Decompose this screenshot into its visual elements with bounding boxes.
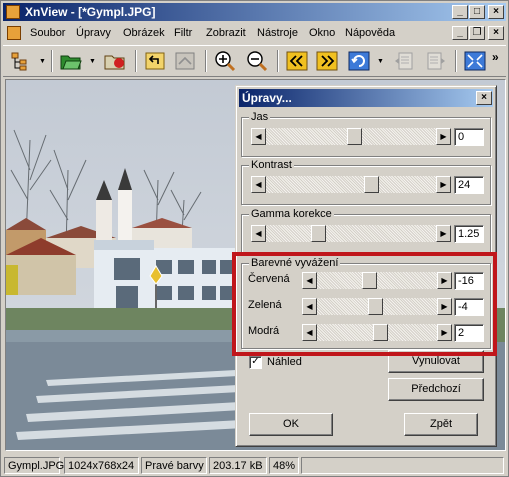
- menu-bar: Soubor Úpravy Obrázek Filtr Zobrazit Nás…: [3, 23, 506, 43]
- title-bar[interactable]: XnView - [*Gympl.JPG] _ □ ×: [3, 3, 506, 21]
- brightness-value[interactable]: 0: [454, 128, 484, 146]
- contrast-slider-thumb[interactable]: [364, 176, 379, 193]
- browser-icon[interactable]: [9, 50, 33, 72]
- menu-nastroje[interactable]: Nástroje: [257, 27, 298, 39]
- preview-checkbox[interactable]: ✓: [249, 356, 262, 369]
- status-filename: Gympl.JPG: [4, 457, 64, 474]
- page-prev-icon[interactable]: [393, 50, 417, 72]
- toolbar-separator: [455, 50, 457, 72]
- back-button[interactable]: Zpět: [404, 413, 478, 436]
- mdi-restore-button[interactable]: ❐: [469, 26, 485, 40]
- previous-icon[interactable]: [285, 50, 309, 72]
- next-icon[interactable]: [315, 50, 339, 72]
- toolbar: ▼ ▼ ▼ »: [3, 45, 506, 77]
- contrast-right-arrow-icon[interactable]: ▶: [436, 176, 451, 193]
- refresh-icon[interactable]: [347, 50, 371, 72]
- contrast-slider[interactable]: ◀ ▶: [251, 176, 451, 193]
- menu-upravy[interactable]: Úpravy: [76, 27, 111, 39]
- close-button[interactable]: ×: [488, 5, 504, 19]
- save-icon[interactable]: [103, 50, 127, 72]
- menu-okno[interactable]: Okno: [309, 27, 335, 39]
- dialog-title: Úpravy...: [242, 91, 292, 105]
- document-menu-icon[interactable]: [7, 26, 21, 40]
- gamma-slider-thumb[interactable]: [311, 225, 326, 242]
- page-next-icon[interactable]: [423, 50, 447, 72]
- status-dimensions: 1024x768x24: [64, 457, 139, 474]
- open-dropdown-icon[interactable]: ▼: [89, 58, 96, 65]
- refresh-dropdown-icon[interactable]: ▼: [377, 58, 384, 65]
- dialog-close-button[interactable]: ×: [476, 91, 492, 105]
- gamma-slider[interactable]: ◀ ▶: [251, 225, 451, 242]
- minimize-button[interactable]: _: [452, 5, 468, 19]
- status-zoom: 48%: [269, 457, 299, 474]
- menu-zobrazit[interactable]: Zobrazit: [206, 27, 246, 39]
- gamma-right-arrow-icon[interactable]: ▶: [436, 225, 451, 242]
- gamma-label: Gamma korekce: [249, 208, 334, 220]
- gamma-left-arrow-icon[interactable]: ◀: [251, 225, 266, 242]
- open-icon[interactable]: [59, 50, 83, 72]
- menu-filtr[interactable]: Filtr: [174, 27, 192, 39]
- menu-napoveda[interactable]: Nápověda: [345, 27, 395, 39]
- toolbar-separator: [277, 50, 279, 72]
- browser-dropdown-icon[interactable]: ▼: [39, 58, 46, 65]
- brightness-left-arrow-icon[interactable]: ◀: [251, 128, 266, 145]
- toolbar-separator: [51, 50, 53, 72]
- menu-obrazek[interactable]: Obrázek: [123, 27, 165, 39]
- xnview-app-icon: [6, 5, 20, 19]
- window-title: XnView - [*Gympl.JPG]: [25, 5, 156, 19]
- preview-label[interactable]: Náhled: [267, 356, 302, 368]
- mdi-close-button[interactable]: ×: [488, 26, 504, 40]
- brightness-slider[interactable]: ◀ ▶: [251, 128, 451, 145]
- mdi-minimize-button[interactable]: _: [452, 26, 468, 40]
- contrast-left-arrow-icon[interactable]: ◀: [251, 176, 266, 193]
- contrast-label: Kontrast: [249, 159, 294, 171]
- brightness-group: Jas ◀ ▶ 0: [241, 111, 491, 157]
- annotation-highlight-frame: [232, 252, 497, 356]
- status-empty: [301, 457, 504, 474]
- ok-button[interactable]: OK: [249, 413, 333, 436]
- app-window: XnView - [*Gympl.JPG] _ □ × Soubor Úprav…: [0, 0, 509, 477]
- toolbar-separator: [205, 50, 207, 72]
- status-color-mode: Pravé barvy: [141, 457, 207, 474]
- gamma-group: Gamma korekce ◀ ▶ 1.25: [241, 208, 491, 254]
- status-filesize: 203.17 kB: [209, 457, 267, 474]
- status-bar: Gympl.JPG 1024x768x24 Pravé barvy 203.17…: [3, 455, 506, 475]
- toolbar-separator: [135, 50, 137, 72]
- zoom-in-icon[interactable]: [213, 50, 237, 72]
- gamma-value[interactable]: 1.25: [454, 225, 484, 243]
- brightness-right-arrow-icon[interactable]: ▶: [436, 128, 451, 145]
- toolbar-overflow-icon[interactable]: »: [492, 50, 499, 64]
- undo-icon[interactable]: [143, 50, 167, 72]
- zoom-out-icon[interactable]: [245, 50, 269, 72]
- maximize-button[interactable]: □: [469, 5, 485, 19]
- fullscreen-icon[interactable]: [463, 50, 487, 72]
- brightness-slider-thumb[interactable]: [347, 128, 362, 145]
- contrast-group: Kontrast ◀ ▶ 24: [241, 159, 491, 205]
- menu-soubor[interactable]: Soubor: [30, 27, 65, 39]
- brightness-label: Jas: [249, 111, 271, 123]
- previous-settings-button[interactable]: Předchozí: [388, 378, 484, 401]
- redo-icon[interactable]: [173, 50, 197, 72]
- dialog-title-bar[interactable]: Úpravy... ×: [239, 89, 493, 107]
- contrast-value[interactable]: 24: [454, 176, 484, 194]
